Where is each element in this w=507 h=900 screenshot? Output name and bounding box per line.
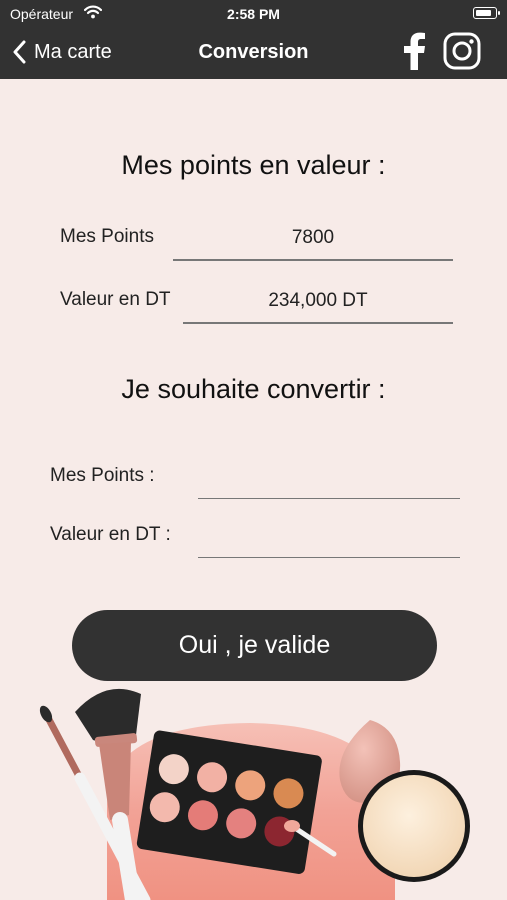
points-value: 7800	[291, 227, 335, 248]
convert-heading: Je souhaite convertir :	[121, 374, 386, 404]
battery-level	[476, 10, 491, 16]
points-label: Mes Points	[60, 226, 154, 247]
compact-powder	[358, 770, 470, 882]
makeup-illustration	[39, 688, 470, 900]
page-title: Conversion	[198, 41, 309, 63]
convert-points-label: Mes Points :	[50, 465, 155, 486]
validate-button[interactable]: Oui , je valide	[72, 610, 437, 681]
clock-time: 2:58 PM	[227, 6, 280, 22]
dt-label: Valeur en DT	[60, 289, 171, 310]
top-bar: Opérateur 2:58 PM Ma carte Conversion	[0, 0, 507, 79]
facebook-icon[interactable]	[402, 32, 426, 70]
convert-dt-label: Valeur en DT :	[50, 524, 171, 545]
instagram-icon[interactable]	[443, 32, 481, 70]
points-heading: Mes points en valeur :	[121, 150, 386, 180]
dt-underline	[183, 322, 453, 324]
convert-dt-input[interactable]	[198, 527, 460, 558]
dt-value: 234,000 DT	[268, 290, 368, 311]
convert-points-input[interactable]	[198, 468, 460, 499]
points-underline	[173, 259, 453, 261]
battery-icon	[473, 7, 500, 19]
